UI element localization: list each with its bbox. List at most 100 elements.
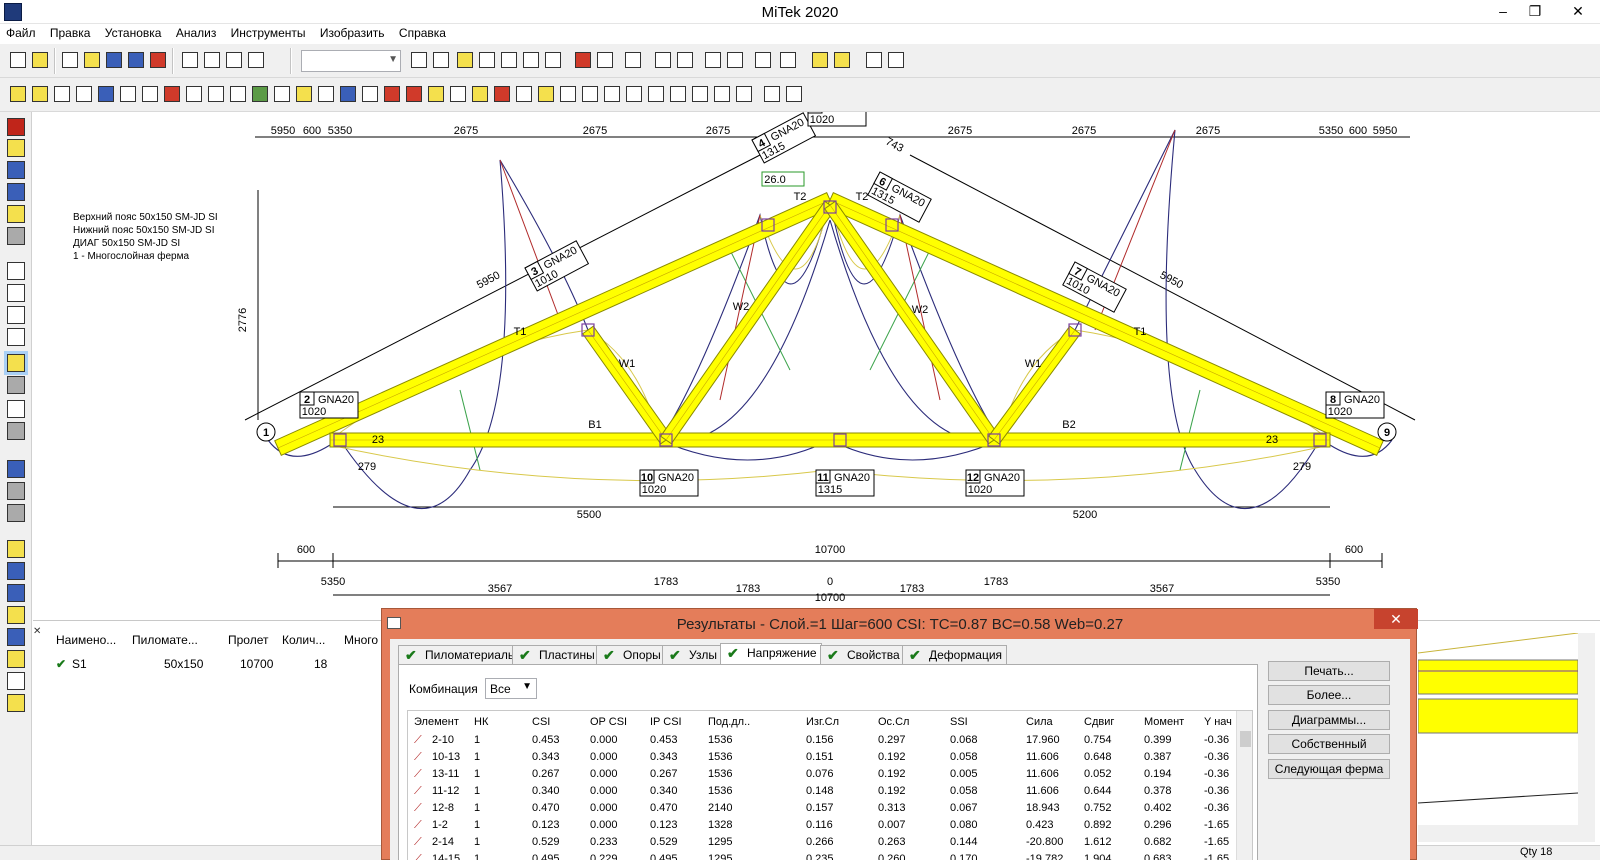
layer-1-icon[interactable] [7, 354, 25, 372]
open-truss-icon[interactable] [84, 52, 100, 68]
results-column-header[interactable]: Изг.Сл [806, 716, 839, 728]
split-icon[interactable] [545, 52, 561, 68]
support-edit-icon[interactable] [7, 606, 25, 624]
print-preview-icon[interactable] [226, 52, 242, 68]
flat-truss-icon[interactable] [98, 86, 114, 102]
cross-brace-icon[interactable] [450, 86, 466, 102]
attic-truss-icon[interactable] [208, 86, 224, 102]
drawing-canvas[interactable]: 5950 600 5350 2675 2675 2675 2675 2675 2675 5350 6… [33, 112, 1600, 620]
column-ply[interactable]: Много [344, 633, 378, 653]
results-column-header[interactable]: IP CSI [650, 716, 682, 728]
bottom-chord-icon[interactable] [479, 52, 495, 68]
plate-view-icon[interactable] [7, 628, 25, 646]
results-column-header[interactable]: Под.дл.. [708, 716, 750, 728]
gable-icon[interactable] [516, 86, 532, 102]
scissor-truss-icon[interactable] [76, 86, 92, 102]
blue-block-icon[interactable] [340, 86, 356, 102]
girder-icon[interactable] [252, 86, 268, 102]
redo-arc-icon[interactable] [433, 52, 449, 68]
menu-draw[interactable]: Изобразить [314, 24, 390, 40]
scale-icon[interactable] [727, 52, 743, 68]
king-post-icon[interactable] [54, 86, 70, 102]
results-column-header[interactable]: SSI [950, 716, 968, 728]
hip-truss-icon[interactable] [230, 86, 246, 102]
results-table[interactable]: Элемент НК CSI OP CSI IP CSI Под.дл.. Изг.Сл Ос… [407, 710, 1253, 860]
scissors-icon[interactable] [597, 52, 613, 68]
ruler-icon[interactable] [7, 504, 25, 522]
blocking-icon[interactable] [670, 86, 686, 102]
align-icon[interactable] [677, 52, 693, 68]
stress-view-icon[interactable] [7, 650, 25, 668]
results-column-header[interactable]: Y нач [1204, 716, 1232, 728]
preview-vertical-scrollbar[interactable] [1578, 633, 1595, 825]
preview-panel[interactable] [1418, 633, 1578, 825]
bearing-icon[interactable] [523, 52, 539, 68]
zoom-10x-icon[interactable] [7, 328, 25, 346]
restore-button[interactable]: ❐ [1520, 0, 1550, 22]
results-row-element[interactable]: 2-14 [432, 836, 454, 848]
menu-file[interactable]: Файл [0, 24, 41, 40]
tab-properties[interactable]: ✔ Свойства [820, 645, 905, 665]
results-column-header[interactable]: CSI [532, 716, 550, 728]
column-name[interactable]: Наимено... [56, 633, 116, 653]
circle-icon[interactable] [494, 86, 510, 102]
red-roof-icon[interactable] [384, 86, 400, 102]
purlin-icon[interactable] [626, 86, 642, 102]
diagrams-button[interactable]: Диаграммы... [1268, 710, 1390, 730]
lateral-brace-icon[interactable] [648, 86, 664, 102]
overhang-icon[interactable] [318, 86, 334, 102]
table-icon[interactable] [764, 86, 780, 102]
plate-edit-icon[interactable] [714, 86, 730, 102]
custom-button[interactable]: Собственный [1268, 734, 1390, 754]
red-truss-icon[interactable] [164, 86, 180, 102]
pencil-icon[interactable] [32, 86, 48, 102]
results-row-element[interactable]: 2-10 [432, 734, 454, 746]
search-file-icon[interactable] [7, 183, 25, 201]
tab-plates[interactable]: ✔ Пластины [512, 645, 600, 665]
results-row-element[interactable]: 12-8 [432, 802, 454, 814]
column-lumber[interactable]: Пиломате... [132, 633, 198, 653]
layer-icon[interactable] [7, 139, 25, 157]
truss-members[interactable] [274, 192, 1384, 456]
save-all-icon[interactable] [128, 52, 144, 68]
stretch-icon[interactable] [755, 52, 771, 68]
report-icon[interactable] [786, 86, 802, 102]
menu-analysis[interactable]: Анализ [170, 24, 222, 40]
menu-setup[interactable]: Установка [99, 24, 167, 40]
fit-disabled-icon[interactable] [7, 422, 25, 440]
top-chord-icon[interactable] [457, 52, 473, 68]
column-span[interactable]: Пролет [228, 633, 268, 653]
more-button[interactable]: Более... [1268, 685, 1390, 705]
plate-icon[interactable] [692, 86, 708, 102]
dialog-close-button[interactable]: ✕ [1374, 609, 1418, 629]
menu-tools[interactable]: Инструменты [225, 24, 311, 40]
results-row-element[interactable]: 1-2 [432, 819, 448, 831]
weight-icon[interactable] [362, 86, 378, 102]
tab-bearings[interactable]: ✔ Опоры [596, 645, 666, 665]
refresh-icon[interactable] [736, 86, 752, 102]
print-icon[interactable] [182, 52, 198, 68]
fan-truss-icon[interactable] [120, 86, 136, 102]
tab-stress[interactable]: ✔ Напряжение [720, 643, 822, 666]
copy-icon[interactable] [204, 52, 220, 68]
exit-icon[interactable] [7, 118, 25, 136]
results-column-header[interactable]: Сдвиг [1084, 716, 1114, 728]
open-folder-icon[interactable] [32, 52, 48, 68]
save-icon[interactable] [106, 52, 122, 68]
menu-edit[interactable]: Правка [44, 24, 96, 40]
tab-joints[interactable]: ✔ Узлы [662, 645, 722, 665]
layer-2-icon[interactable] [7, 376, 25, 394]
web-icon[interactable] [501, 52, 517, 68]
results-column-header[interactable]: Сила [1026, 716, 1053, 728]
weight-view-icon[interactable] [7, 672, 25, 690]
combination-select[interactable]: Все ▼ [485, 678, 537, 699]
scab-icon[interactable] [538, 86, 554, 102]
preview-horizontal-scrollbar[interactable] [1418, 825, 1595, 842]
results-column-header[interactable]: Элемент [414, 716, 459, 728]
house-icon[interactable] [866, 52, 882, 68]
zoom-in-icon[interactable] [7, 262, 25, 280]
howe-truss-icon[interactable] [142, 86, 158, 102]
remove-member-icon[interactable] [575, 52, 591, 68]
wind-view-icon[interactable] [7, 694, 25, 712]
results-row-element[interactable]: 13-11 [432, 768, 459, 780]
